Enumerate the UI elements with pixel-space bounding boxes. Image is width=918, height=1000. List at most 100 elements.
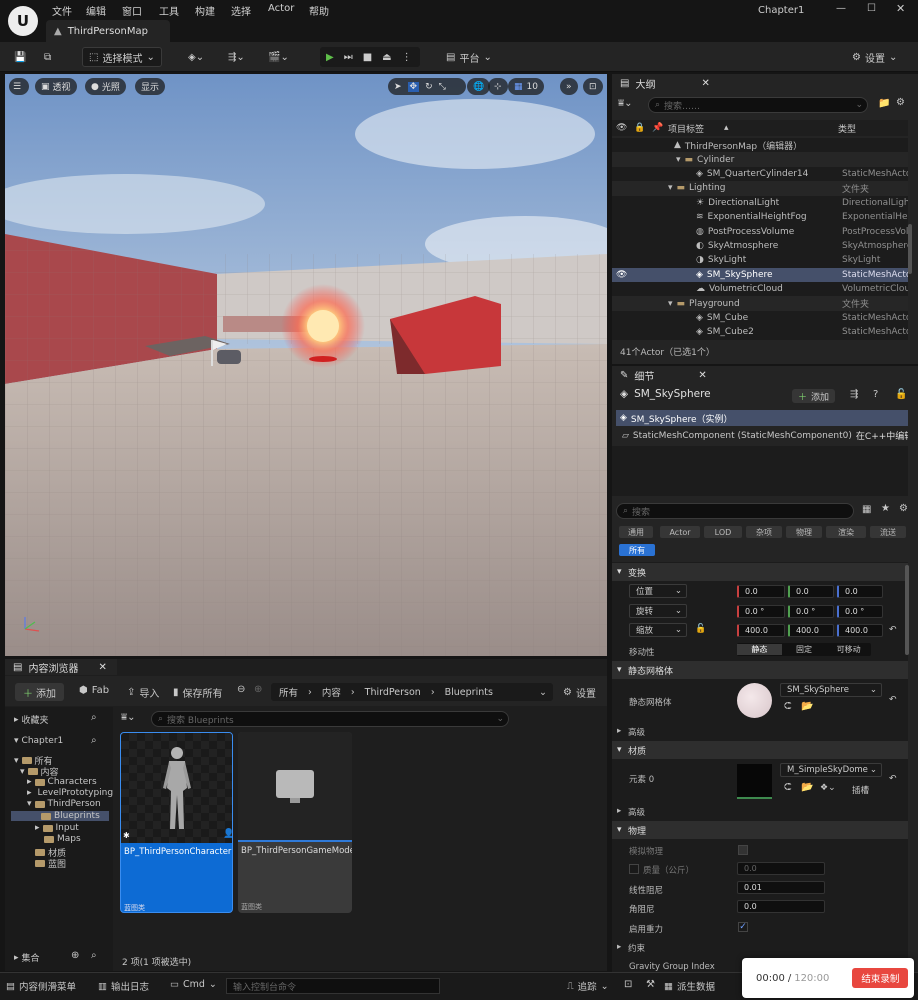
forward-icon[interactable]: ⊕	[254, 684, 262, 695]
close-icon[interactable]: ✕	[896, 2, 905, 15]
viewport-menu-icon[interactable]: ☰	[9, 78, 29, 95]
save-all-button[interactable]: ▮ 保存所有	[173, 685, 223, 700]
rotate-icon[interactable]: ↻	[425, 82, 433, 92]
component-row[interactable]: ▱ StaticMeshComponent (StaticMeshCompone…	[622, 428, 908, 443]
section-materials[interactable]: ▾ 材质	[612, 741, 908, 759]
outliner-row[interactable]: ☁ VolumetricCloud VolumetricCloud	[612, 282, 908, 296]
star-icon[interactable]: ★	[881, 503, 890, 514]
tree-maps[interactable]: Maps	[44, 834, 81, 844]
expand-icon[interactable]: »	[560, 78, 578, 95]
tree-blueprints[interactable]: Blueprints	[11, 811, 109, 821]
stop-icon[interactable]: ■	[363, 52, 372, 63]
rotation-y[interactable]: 0.0 °	[788, 605, 834, 618]
filter-icon[interactable]: ⩸⌄	[618, 98, 632, 109]
derived-data-button[interactable]: ▦ 派生数据	[664, 979, 715, 994]
menu-help[interactable]: 帮助	[309, 3, 329, 18]
settings-button[interactable]: ⚙ 设置 ⌄	[852, 47, 897, 67]
snap-surface-icon[interactable]: ⊹	[488, 78, 508, 95]
breadcrumb-thirdperson[interactable]: ThirdPerson	[365, 687, 421, 698]
breadcrumb-all[interactable]: 所有	[279, 685, 298, 699]
menu-actor[interactable]: Actor	[268, 3, 294, 14]
lock-icon[interactable]: 🔒	[634, 123, 645, 133]
outliner-row[interactable]: ▾ ▬ Cylinder	[612, 152, 908, 167]
add-component-button[interactable]: ＋ 添加	[792, 389, 836, 403]
filter-rendering[interactable]: 渲染	[826, 526, 866, 538]
search-icon[interactable]: ⌕	[91, 950, 97, 961]
menu-build[interactable]: 构建	[195, 3, 215, 18]
section-transform[interactable]: ▾ 变换	[612, 563, 908, 581]
close-icon[interactable]: ✕	[98, 662, 106, 673]
location-z[interactable]: 0.0	[837, 585, 883, 598]
static-mesh-picker[interactable]: SM_SkySphere ⌄	[780, 683, 882, 697]
outliner-row[interactable]: ◈ SM_Cube2 StaticMeshActor	[612, 325, 908, 339]
tab-content-browser[interactable]: ▤ 内容浏览器 ✕	[5, 659, 117, 675]
section-constraints[interactable]: ▸ 约束	[612, 942, 908, 954]
chevron-down-icon[interactable]: ▾	[668, 183, 673, 193]
perspective-button[interactable]: ▣ 透视	[35, 78, 77, 95]
help-icon[interactable]: ?	[873, 389, 878, 400]
filter-streaming[interactable]: 流送	[870, 526, 906, 538]
table-view-icon[interactable]: ▦	[862, 504, 871, 515]
save-icon[interactable]: 💾	[14, 47, 26, 67]
lock-icon[interactable]: 🔓	[895, 389, 907, 400]
use-selected-icon[interactable]: ⮈	[784, 701, 792, 712]
scale-x[interactable]: 400.0	[737, 624, 785, 637]
rotation-dropdown[interactable]: 旋转 ⌄	[629, 604, 687, 618]
level-viewport[interactable]: ☰ ▣ 透视 ● 光照 显示 ➤ ✥ ↻ ⤡ 🌐 ⊹ ▦ 10 » ⊡	[5, 74, 607, 656]
blueprint-icon[interactable]: ⇶⌄	[228, 47, 245, 67]
outliner-row[interactable]: ◈ SM_QuarterCylinder14 StaticMeshActor	[612, 167, 908, 181]
eye-icon[interactable]: 👁	[616, 123, 627, 133]
reset-icon[interactable]: ↶	[889, 625, 897, 635]
pin-icon[interactable]: 📌	[652, 123, 663, 133]
outliner-row[interactable]: ◑ SkyLight SkyLight	[612, 253, 908, 267]
show-button[interactable]: 显示	[135, 78, 166, 95]
mass-field[interactable]: 0.0	[737, 862, 825, 875]
filter-misc[interactable]: 杂项	[746, 526, 782, 538]
tree-input[interactable]: ▸ Input	[35, 823, 79, 833]
outliner-row[interactable]: ◍PostProcessVolumePostProcessVolume	[612, 224, 908, 238]
outliner-row[interactable]: ▾ ▬ Lighting 文件夹	[612, 181, 908, 196]
step-icon[interactable]: ⏭	[344, 52, 353, 63]
section-static-mesh[interactable]: ▾ 静态网格体	[612, 661, 908, 679]
cb-settings-button[interactable]: ⚙ 设置	[563, 685, 596, 700]
eye-icon[interactable]: 👁	[616, 270, 627, 280]
tree-characters[interactable]: ▸ Characters	[27, 777, 97, 787]
instance-row[interactable]: ◈ SM_SkySphere（实例）	[616, 410, 908, 426]
grid-snap-button[interactable]: ▦ 10	[508, 78, 544, 95]
linear-damping-field[interactable]: 0.01	[737, 881, 825, 894]
tree-thirdperson[interactable]: ▾ ThirdPerson	[27, 799, 101, 809]
move-icon[interactable]: ✥	[407, 81, 420, 92]
location-x[interactable]: 0.0	[737, 585, 785, 598]
section-advanced[interactable]: ▸ 高级	[612, 726, 908, 738]
mobility-movable[interactable]: 可移动	[826, 644, 871, 655]
menu-window[interactable]: 窗口	[122, 3, 142, 18]
tree-blueprints-cn[interactable]: 蓝图	[35, 857, 66, 870]
add-collection-icon[interactable]: ⊕	[71, 950, 79, 961]
trace-button[interactable]: ⎍ 追踪 ⌄	[567, 979, 609, 994]
close-icon[interactable]: ✕	[701, 78, 709, 89]
search-icon[interactable]: ⌕	[91, 712, 97, 723]
outliner-row[interactable]: ☀ DirectionalLight DirectionalLight	[612, 196, 908, 210]
chevron-down-icon[interactable]: ▾	[668, 299, 673, 309]
scale-dropdown[interactable]: 缩放 ⌄	[629, 623, 687, 637]
filter-actor[interactable]: Actor	[660, 526, 700, 538]
outliner-row[interactable]: ◐ SkyAtmosphere SkyAtmosphere	[612, 239, 908, 253]
asset-tile-gamemode[interactable]: BP_ThirdPersonGameMode 蓝图类	[238, 732, 352, 913]
filter-physics[interactable]: 物理	[786, 526, 822, 538]
enable-gravity-checkbox[interactable]: ✓	[738, 922, 748, 932]
tab-map[interactable]: ▲ ThirdPersonMap	[46, 20, 170, 42]
import-button[interactable]: ⇪ 导入	[127, 685, 159, 700]
texture-icon[interactable]: ❖⌄	[820, 783, 836, 793]
cmd-selector[interactable]: ▭ Cmd ⌄	[170, 979, 217, 990]
chevron-down-icon[interactable]: ⌄	[539, 687, 547, 698]
mobility-static[interactable]: 静态	[737, 644, 782, 655]
favorites-header[interactable]: ▸ 收藏夹	[14, 713, 49, 727]
camera-icon[interactable]: ⊡	[624, 979, 632, 990]
menu-file[interactable]: 文件	[52, 3, 72, 18]
unreal-logo-icon[interactable]: U	[8, 6, 38, 36]
scale-lock-icon[interactable]: 🔓	[695, 624, 706, 634]
maximize-viewport-icon[interactable]: ⊡	[583, 78, 603, 95]
mobility-stationary[interactable]: 固定	[782, 644, 827, 655]
fab-button[interactable]: ⬢ Fab	[79, 685, 109, 696]
minimize-icon[interactable]: —	[836, 3, 846, 14]
